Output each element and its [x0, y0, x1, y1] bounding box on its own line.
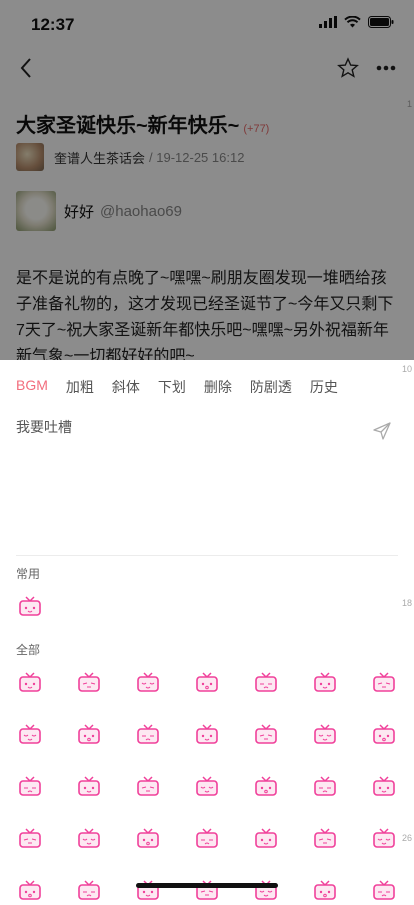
- tv-emoji-icon[interactable]: [77, 776, 101, 796]
- tv-emoji-icon[interactable]: [372, 672, 396, 692]
- dim-overlay[interactable]: [0, 0, 414, 360]
- floor-number: 26: [401, 833, 412, 843]
- tv-emoji-icon[interactable]: [77, 724, 101, 744]
- tv-emoji-icon[interactable]: [372, 776, 396, 796]
- tv-emoji-icon[interactable]: [254, 828, 278, 848]
- tv-emoji-icon[interactable]: [195, 724, 219, 744]
- tv-emoji-icon[interactable]: [136, 724, 160, 744]
- tv-emoji-icon[interactable]: [77, 672, 101, 692]
- common-label: 常用: [16, 567, 41, 581]
- tab-strike[interactable]: 删除: [204, 377, 232, 397]
- send-icon: [373, 422, 391, 440]
- tv-emoji-icon[interactable]: [18, 828, 42, 848]
- tv-emoji-icon[interactable]: [195, 776, 219, 796]
- send-button[interactable]: [372, 421, 392, 446]
- floor-number: 10: [401, 364, 412, 374]
- tab-bgm[interactable]: BGM: [16, 377, 48, 397]
- tab-underline[interactable]: 下划: [158, 377, 186, 397]
- tv-emoji-icon[interactable]: [195, 672, 219, 692]
- comment-input[interactable]: 我要吐槽: [16, 417, 72, 437]
- tv-emoji-icon[interactable]: [136, 776, 160, 796]
- tv-emoji-icon[interactable]: [254, 672, 278, 692]
- tv-emoji-icon[interactable]: [195, 828, 219, 848]
- tv-emoji-icon[interactable]: [18, 776, 42, 796]
- tab-spoiler[interactable]: 防剧透: [250, 377, 292, 397]
- tv-emoji-icon[interactable]: [18, 672, 42, 692]
- tv-emoji-icon[interactable]: [254, 724, 278, 744]
- home-indicator: [136, 883, 278, 888]
- tv-emoji-icon[interactable]: [313, 724, 337, 744]
- reply-editor: BGM 加粗 斜体 下划 删除 防剧透 历史 我要吐槽 10 18 26 常用 …: [0, 360, 414, 900]
- tv-emoji-icon[interactable]: [136, 672, 160, 692]
- tab-italic[interactable]: 斜体: [112, 377, 140, 397]
- all-label: 全部: [16, 643, 41, 657]
- tv-emoji-icon[interactable]: [313, 776, 337, 796]
- tv-emoji-icon[interactable]: [372, 880, 396, 900]
- tv-emoji-icon[interactable]: [372, 724, 396, 744]
- tab-history[interactable]: 历史: [310, 377, 338, 397]
- tv-emoji-icon[interactable]: [313, 880, 337, 900]
- divider: [16, 555, 398, 556]
- tv-emoji-icon[interactable]: [254, 776, 278, 796]
- tv-emoji-icon[interactable]: [372, 828, 396, 848]
- tv-emoji-icon[interactable]: [77, 828, 101, 848]
- editor-toolbar: BGM 加粗 斜体 下划 删除 防剧透 历史: [16, 377, 356, 397]
- tab-bold[interactable]: 加粗: [66, 377, 94, 397]
- tv-emoji-icon[interactable]: [18, 596, 42, 616]
- tv-emoji-icon[interactable]: [136, 828, 160, 848]
- tv-emoji-icon[interactable]: [313, 828, 337, 848]
- tv-emoji-icon[interactable]: [18, 724, 42, 744]
- tv-emoji-icon[interactable]: [77, 880, 101, 900]
- tv-emoji-icon[interactable]: [313, 672, 337, 692]
- tv-emoji-icon[interactable]: [18, 880, 42, 900]
- floor-number: 18: [401, 598, 412, 608]
